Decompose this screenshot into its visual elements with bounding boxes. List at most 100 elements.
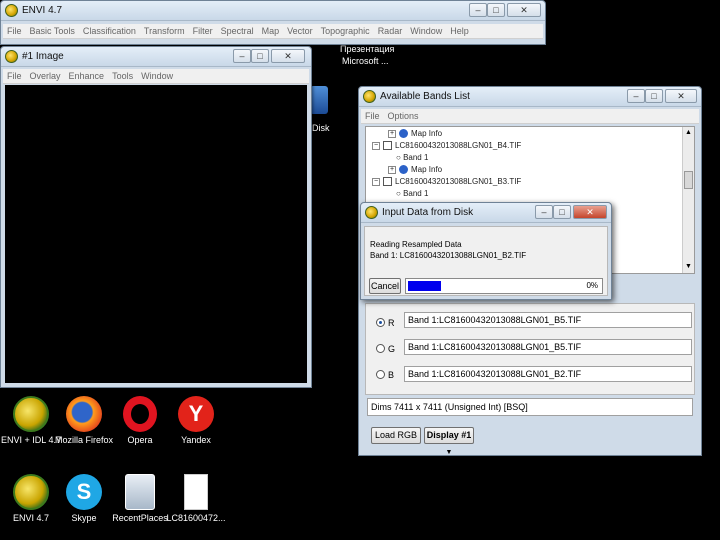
scroll-up-arrow[interactable]: ▲ bbox=[683, 127, 694, 139]
radio-g[interactable] bbox=[376, 344, 385, 353]
desktop-icon-recentplaces[interactable]: RecentPlaces bbox=[109, 474, 171, 524]
desktop-icon-label: RecentPlaces bbox=[112, 513, 168, 523]
display-select-label: Display #1 bbox=[426, 430, 472, 440]
minimize-button[interactable]: – bbox=[627, 89, 645, 103]
recent-places-icon bbox=[125, 474, 155, 510]
close-button[interactable]: ✕ bbox=[507, 3, 541, 17]
menu-radar[interactable]: Radar bbox=[374, 24, 407, 38]
desktop-icon-firefox[interactable]: Mozilla Firefox bbox=[53, 396, 115, 446]
display-select[interactable]: Display #1 ▼ bbox=[424, 427, 474, 456]
minimize-button[interactable]: – bbox=[535, 205, 553, 219]
tree-band[interactable]: ○ Band 1 bbox=[396, 188, 428, 200]
opera-icon bbox=[123, 396, 157, 432]
scroll-down-arrow[interactable]: ▼ bbox=[683, 261, 694, 273]
menu-vector[interactable]: Vector bbox=[283, 24, 317, 38]
scroll-thumb[interactable] bbox=[684, 171, 693, 189]
bands-list-title: Available Bands List bbox=[380, 91, 470, 102]
tree-label: Band 1 bbox=[403, 153, 429, 162]
tree-file[interactable]: − LC81600432013088LGN01_B3.TIF bbox=[372, 176, 521, 188]
minimize-button[interactable]: – bbox=[469, 3, 487, 17]
tree-map-info[interactable]: + Map Info bbox=[388, 164, 442, 176]
input-dialog-title: Input Data from Disk bbox=[382, 207, 474, 218]
expand-icon[interactable]: + bbox=[388, 129, 396, 138]
envi-main-title: ENVI 4.7 bbox=[22, 5, 63, 16]
menu-enhance[interactable]: Enhance bbox=[65, 69, 109, 83]
tree-map-info[interactable]: + Map Info bbox=[388, 128, 442, 140]
input-dialog-titlebar[interactable]: Input Data from Disk – □ ✕ bbox=[361, 203, 611, 223]
radio-g-label: G bbox=[388, 344, 396, 354]
maximize-button[interactable]: □ bbox=[487, 3, 505, 17]
menu-file[interactable]: File bbox=[3, 69, 26, 83]
envi-globe-icon bbox=[5, 50, 18, 63]
tree-label: LC81600432013088LGN01_B4.TIF bbox=[395, 141, 522, 150]
desktop-icon-label: Opera bbox=[127, 435, 153, 445]
menu-window[interactable]: Window bbox=[406, 24, 446, 38]
expand-icon[interactable]: + bbox=[388, 165, 396, 174]
menu-overlay[interactable]: Overlay bbox=[26, 69, 65, 83]
tree-label: LC81600432013088LGN01_B3.TIF bbox=[395, 177, 522, 186]
desktop-icon-label: Skype bbox=[71, 513, 97, 523]
b-band-field[interactable]: Band 1:LC81600432013088LGN01_B2.TIF bbox=[404, 366, 692, 382]
close-button[interactable]: ✕ bbox=[271, 49, 305, 63]
image-window-title: #1 Image bbox=[22, 51, 64, 62]
menu-filter[interactable]: Filter bbox=[189, 24, 217, 38]
desktop-icon-label: Yandex bbox=[181, 435, 211, 445]
radio-b[interactable] bbox=[376, 370, 385, 379]
band-prefix: ○ bbox=[396, 189, 404, 198]
load-rgb-button[interactable]: Load RGB bbox=[371, 427, 421, 444]
firefox-icon bbox=[66, 396, 102, 432]
menu-tools[interactable]: Tools bbox=[108, 69, 137, 83]
desktop-icon-yandex[interactable]: Y Yandex bbox=[165, 396, 227, 446]
g-band-field[interactable]: Band 1:LC81600432013088LGN01_B5.TIF bbox=[404, 339, 692, 355]
menu-map[interactable]: Map bbox=[258, 24, 284, 38]
envi-globe-icon bbox=[363, 90, 376, 103]
maximize-button[interactable]: □ bbox=[553, 205, 571, 219]
image-canvas[interactable] bbox=[5, 85, 307, 383]
yandex-icon: Y bbox=[178, 396, 214, 432]
envi-main-window: ENVI 4.7 – □ ✕ File Basic Tools Classifica… bbox=[0, 0, 546, 45]
tree-band[interactable]: ○ Band 1 bbox=[396, 152, 428, 164]
input-dialog-body: Reading Resampled Data Band 1: LC8160043… bbox=[364, 226, 608, 296]
menu-file[interactable]: File bbox=[361, 109, 384, 123]
menu-help[interactable]: Help bbox=[446, 24, 473, 38]
desktop-icon-skype[interactable]: S Skype bbox=[53, 474, 115, 524]
menu-classification[interactable]: Classification bbox=[79, 24, 140, 38]
envi-main-titlebar[interactable]: ENVI 4.7 – □ ✕ bbox=[1, 1, 545, 21]
envi-main-menubar: File Basic Tools Classification Transform Fi… bbox=[3, 24, 543, 39]
globe-icon bbox=[399, 129, 408, 139]
progress-percent: 0% bbox=[586, 281, 598, 290]
menu-file[interactable]: File bbox=[3, 24, 26, 38]
cancel-button[interactable]: Cancel bbox=[369, 278, 401, 294]
bands-list-titlebar[interactable]: Available Bands List – □ ✕ bbox=[359, 87, 701, 107]
image-file-icon bbox=[383, 141, 392, 151]
menu-transform[interactable]: Transform bbox=[140, 24, 189, 38]
desktop-icon-file[interactable]: LC81600472... bbox=[165, 474, 227, 524]
disk-icon[interactable] bbox=[310, 86, 328, 114]
rgb-group: R Band 1:LC81600432013088LGN01_B5.TIF G … bbox=[365, 303, 695, 395]
tree-scrollbar[interactable]: ▲ ▼ bbox=[682, 127, 694, 273]
desktop-partial-label-2: Microsoft ... bbox=[342, 56, 389, 66]
collapse-icon[interactable]: − bbox=[372, 141, 380, 150]
input-data-dialog: Input Data from Disk – □ ✕ Reading Resam… bbox=[360, 202, 612, 300]
collapse-icon[interactable]: − bbox=[372, 177, 380, 186]
maximize-button[interactable]: □ bbox=[645, 89, 663, 103]
image-window-titlebar[interactable]: #1 Image – □ ✕ bbox=[1, 47, 311, 67]
menu-window[interactable]: Window bbox=[137, 69, 177, 83]
desktop-icon-opera[interactable]: Opera bbox=[109, 396, 171, 446]
tree-file[interactable]: − LC81600432013088LGN01_B4.TIF bbox=[372, 140, 521, 152]
r-band-field[interactable]: Band 1:LC81600432013088LGN01_B5.TIF bbox=[404, 312, 692, 328]
progress-fill bbox=[408, 281, 441, 291]
image-file-icon bbox=[383, 177, 392, 187]
image-window: #1 Image – □ ✕ File Overlay Enhance Tools Wi… bbox=[0, 46, 312, 388]
minimize-button[interactable]: – bbox=[233, 49, 251, 63]
menu-basic-tools[interactable]: Basic Tools bbox=[26, 24, 79, 38]
close-button[interactable]: ✕ bbox=[573, 205, 607, 219]
desktop-partial-label-1: Презентация bbox=[340, 44, 395, 54]
close-button[interactable]: ✕ bbox=[665, 89, 697, 103]
menu-options[interactable]: Options bbox=[384, 109, 423, 123]
radio-r[interactable] bbox=[376, 318, 385, 327]
menu-spectral[interactable]: Spectral bbox=[217, 24, 258, 38]
menu-topographic[interactable]: Topographic bbox=[317, 24, 374, 38]
maximize-button[interactable]: □ bbox=[251, 49, 269, 63]
globe-icon bbox=[399, 165, 408, 175]
